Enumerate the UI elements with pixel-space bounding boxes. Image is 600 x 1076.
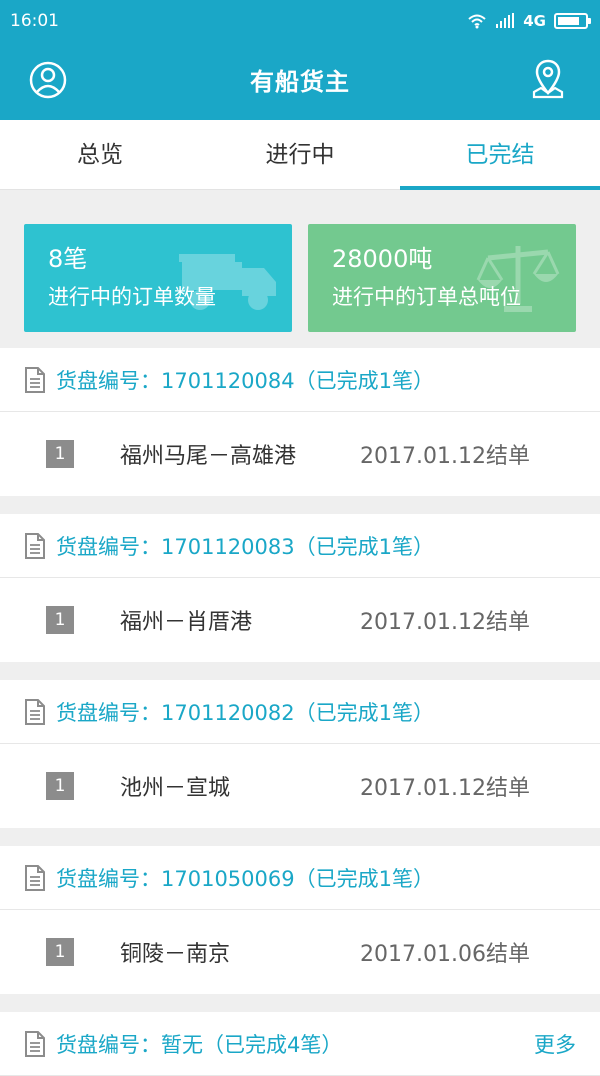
- order-header-text: 货盘编号：暂无（已完成4笔）: [56, 1032, 343, 1057]
- document-icon: [25, 698, 45, 725]
- settlement-date: 2017.01.12结单: [360, 776, 530, 801]
- order-header-text: 货盘编号：1701120083（已完成1笔）: [56, 534, 434, 559]
- tab-in-progress[interactable]: 进行中: [200, 120, 400, 189]
- settlement-date: 2017.01.12结单: [360, 444, 530, 469]
- order-group: 货盘编号：1701050069（已完成1笔） 1 铜陵－南京 2017.01.0…: [0, 846, 600, 994]
- document-icon: [25, 366, 45, 393]
- order-group: 货盘编号：1701120082（已完成1笔） 1 池州－宣城 2017.01.1…: [0, 680, 600, 828]
- status-indicators: 4G: [467, 12, 591, 30]
- order-header[interactable]: 货盘编号：1701120082（已完成1笔）: [0, 680, 600, 744]
- order-header[interactable]: 货盘编号：1701120084（已完成1笔）: [0, 348, 600, 412]
- document-icon: [25, 1030, 45, 1057]
- wifi-icon: [468, 14, 486, 29]
- tab-bar: 总览 进行中 已完结: [0, 120, 600, 190]
- order-group-last: 货盘编号：暂无（已完成4笔） 更多: [0, 1012, 600, 1076]
- document-icon: [25, 864, 45, 891]
- scale-icon: [476, 246, 560, 312]
- order-index-badge: 1: [46, 606, 74, 634]
- tab-completed[interactable]: 已完结: [400, 120, 600, 190]
- top-header: 16:01 4G 有船货主: [0, 0, 600, 120]
- route-text: 福州马尾－高雄港: [120, 444, 297, 469]
- route-text: 池州－宣城: [120, 776, 231, 801]
- truck-icon: [179, 254, 276, 310]
- tab-overview[interactable]: 总览: [0, 120, 200, 189]
- status-bar: 16:01 4G: [0, 0, 600, 42]
- order-group: 货盘编号：1701120084（已完成1笔） 1 福州马尾－高雄港 2017.0…: [0, 348, 600, 496]
- battery-icon: [554, 13, 591, 29]
- network-type: 4G: [523, 12, 546, 30]
- order-index-badge: 1: [46, 772, 74, 800]
- stats-area: 8笔 进行中的订单数量 28000吨 进行中的订单总吨位: [0, 190, 600, 348]
- page-title: 有船货主: [250, 68, 350, 96]
- app-bar: 有船货主: [0, 42, 600, 120]
- order-header[interactable]: 货盘编号：暂无（已完成4笔） 更多: [0, 1012, 600, 1076]
- settlement-date: 2017.01.06结单: [360, 942, 530, 967]
- order-index-badge: 1: [46, 440, 74, 468]
- route-text: 福州－肖厝港: [120, 610, 253, 635]
- stat-card-tonnage: 28000吨 进行中的订单总吨位: [308, 224, 576, 332]
- location-button[interactable]: [530, 58, 566, 100]
- map-location-icon: [532, 59, 564, 99]
- order-row[interactable]: 1 福州马尾－高雄港 2017.01.12结单: [0, 412, 600, 496]
- signal-icon: [496, 13, 515, 28]
- order-row[interactable]: 1 铜陵－南京 2017.01.06结单: [0, 910, 600, 994]
- more-link[interactable]: 更多: [534, 1029, 576, 1059]
- order-group: 货盘编号：1701120083（已完成1笔） 1 福州－肖厝港 2017.01.…: [0, 514, 600, 662]
- order-row[interactable]: 1 福州－肖厝港 2017.01.12结单: [0, 578, 600, 662]
- settlement-date: 2017.01.12结单: [360, 610, 530, 635]
- order-header[interactable]: 货盘编号：1701050069（已完成1笔）: [0, 846, 600, 910]
- stat-card-orders: 8笔 进行中的订单数量: [24, 224, 292, 332]
- order-index-badge: 1: [46, 938, 74, 966]
- order-header[interactable]: 货盘编号：1701120083（已完成1笔）: [0, 514, 600, 578]
- status-time: 16:01: [10, 11, 59, 31]
- order-header-text: 货盘编号：1701120082（已完成1笔）: [56, 700, 434, 725]
- document-icon: [25, 532, 45, 559]
- route-text: 铜陵－南京: [120, 942, 231, 967]
- order-header-text: 货盘编号：1701050069（已完成1笔）: [56, 866, 434, 891]
- order-header-text: 货盘编号：1701120084（已完成1笔）: [56, 368, 434, 393]
- order-row[interactable]: 1 池州－宣城 2017.01.12结单: [0, 744, 600, 828]
- battery-level: [558, 17, 579, 25]
